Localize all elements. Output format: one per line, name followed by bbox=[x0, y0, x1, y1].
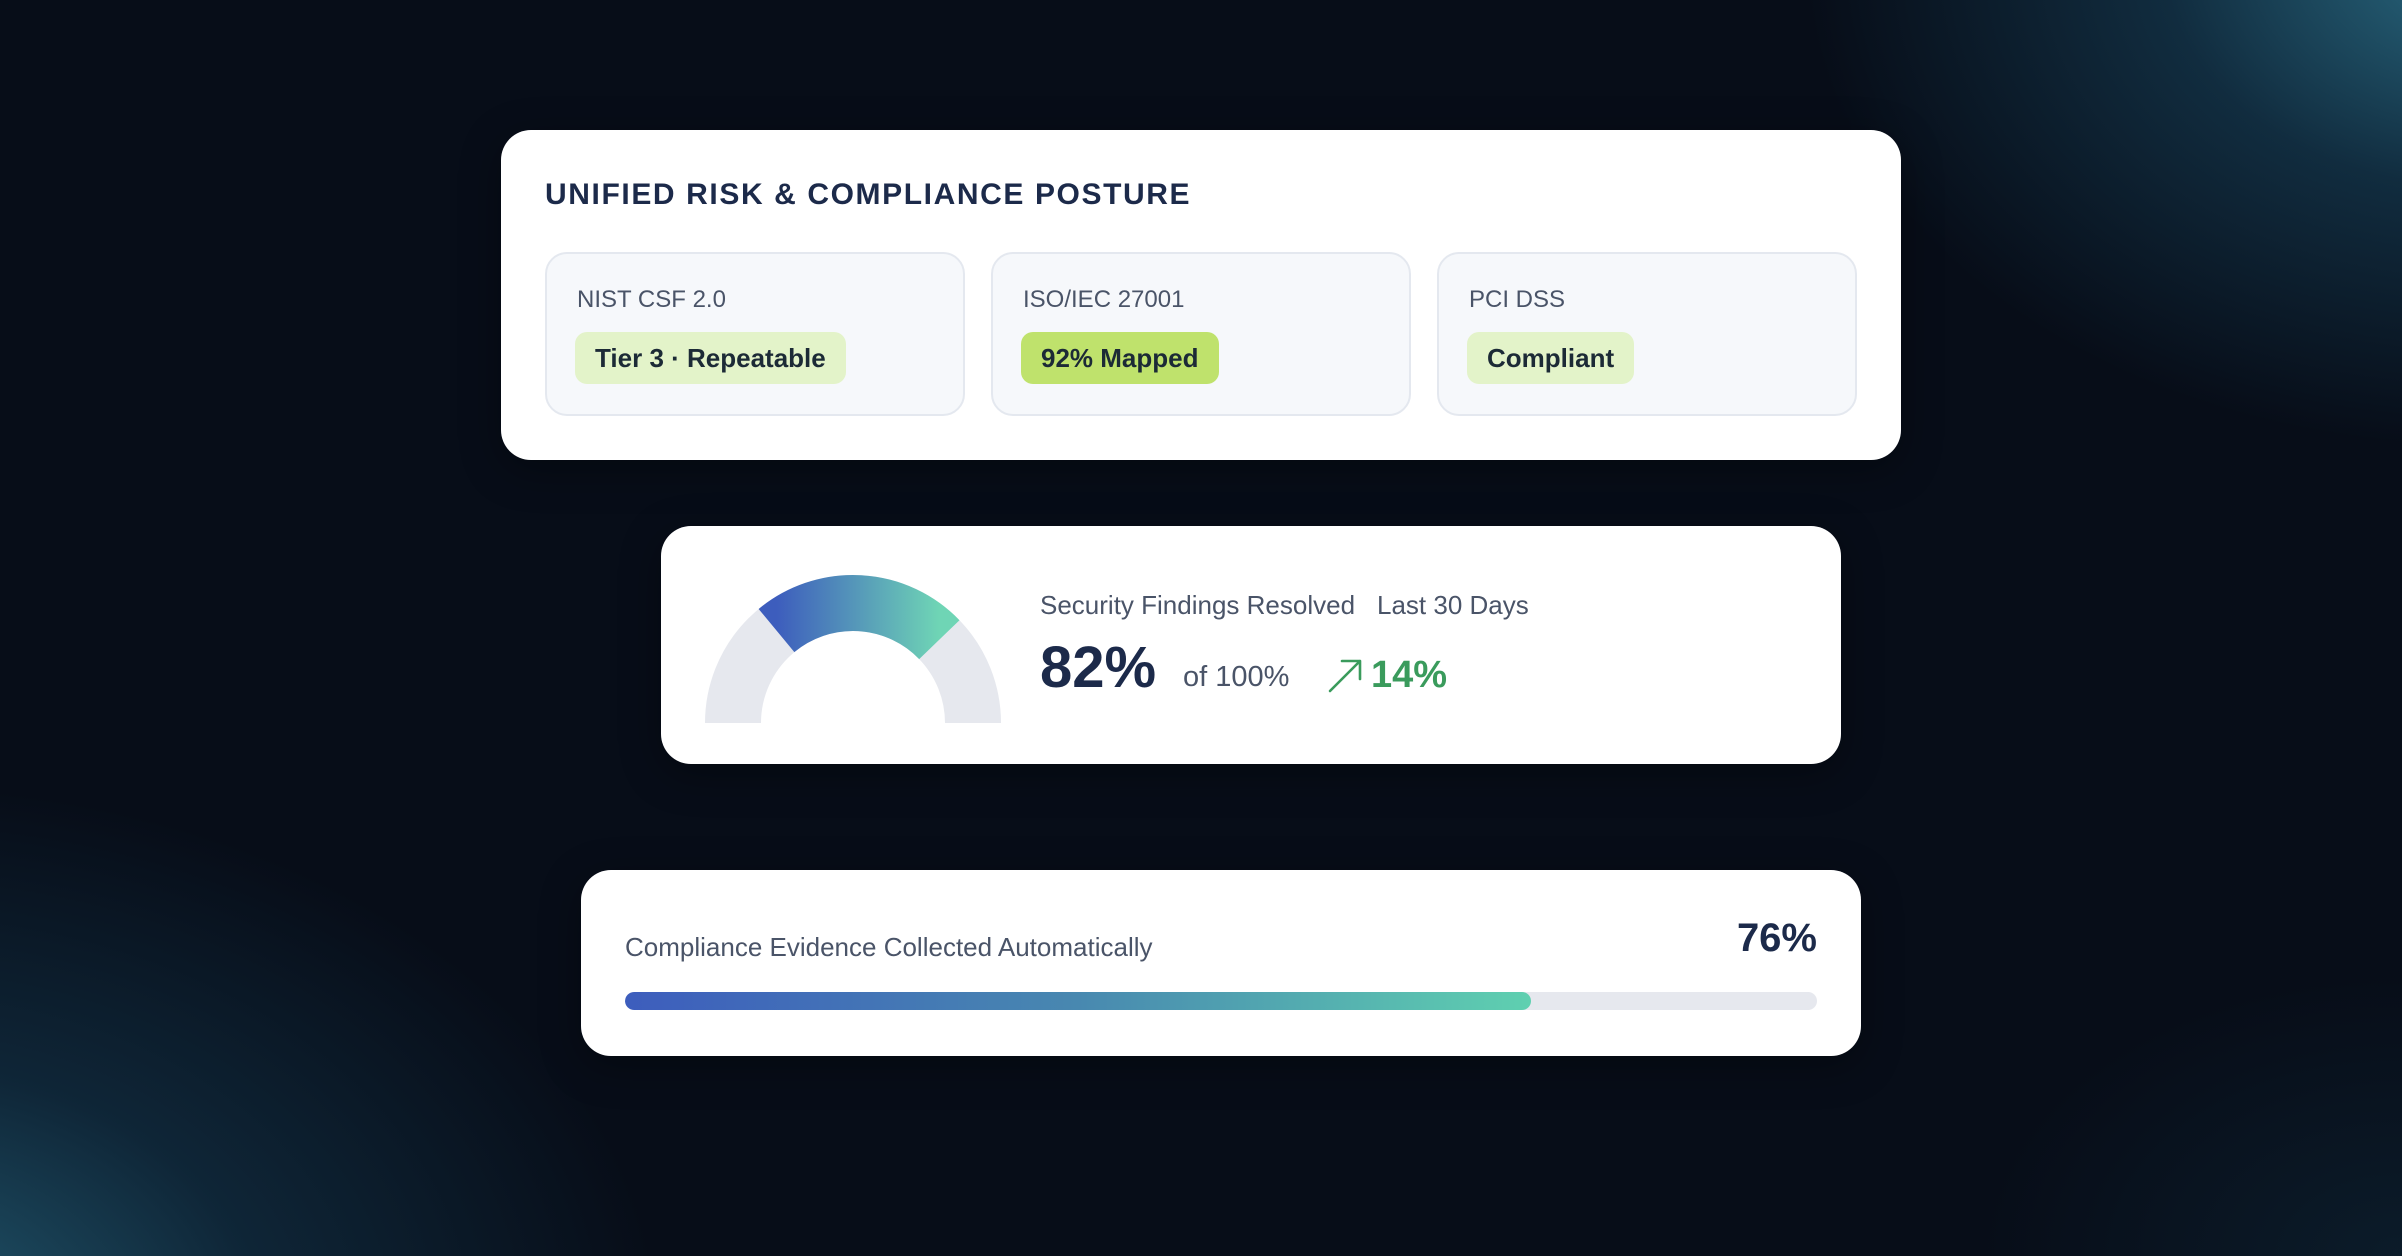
findings-value: 82% bbox=[1040, 635, 1157, 700]
findings-period: Last 30 Days bbox=[1377, 590, 1529, 620]
findings-label: Security Findings Resolved bbox=[1040, 590, 1356, 620]
framework-status-badge: Compliant bbox=[1467, 332, 1635, 384]
findings-trend: 14% bbox=[1327, 654, 1447, 697]
evidence-card: Compliance Evidence Collected Automatica… bbox=[581, 870, 1861, 1056]
framework-name: NIST CSF 2.0 bbox=[577, 286, 726, 313]
gauge-fill bbox=[758, 575, 960, 660]
posture-card: UNIFIED RISK & COMPLIANCE POSTURE NIST C… bbox=[501, 130, 1901, 460]
findings-gauge bbox=[705, 575, 1001, 723]
framework-status-badge: 92% Mapped bbox=[1021, 332, 1219, 384]
arrow-up-right-icon bbox=[1328, 659, 1362, 692]
framework-name: ISO/IEC 27001 bbox=[1023, 286, 1185, 313]
evidence-value: 76% bbox=[1736, 916, 1817, 960]
evidence-label: Compliance Evidence Collected Automatica… bbox=[625, 932, 1153, 962]
framework-status-badge: Tier 3 · Repeatable bbox=[575, 332, 846, 384]
framework-name: PCI DSS bbox=[1469, 286, 1566, 313]
framework-tile-iso[interactable]: ISO/IEC 27001 92% Mapped bbox=[991, 252, 1411, 416]
findings-trend-value: 14% bbox=[1371, 654, 1448, 696]
findings-max: of 100% bbox=[1183, 661, 1290, 693]
framework-tile-pci[interactable]: PCI DSS Compliant bbox=[1437, 252, 1857, 416]
framework-tile-nist[interactable]: NIST CSF 2.0 Tier 3 · Repeatable bbox=[545, 252, 965, 416]
evidence-progress-track bbox=[625, 992, 1817, 1010]
evidence-progress-fill bbox=[625, 992, 1531, 1010]
findings-card: Security Findings Resolved Last 30 Days … bbox=[661, 526, 1841, 764]
posture-title: UNIFIED RISK & COMPLIANCE POSTURE bbox=[545, 178, 1192, 211]
